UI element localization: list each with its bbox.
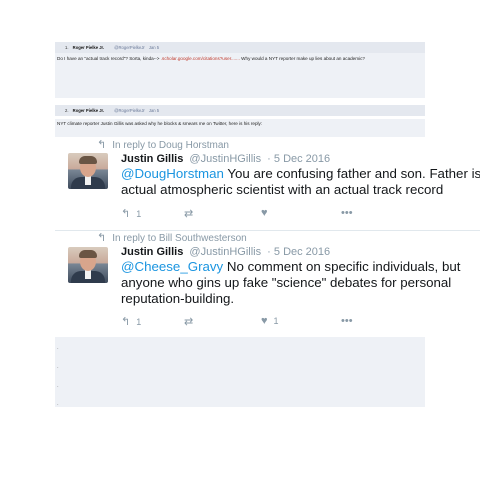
post-2-text: NYT climate reporter Justin Gillis was a…: [57, 121, 263, 126]
post-2-meta: @RogerPielkeJr Jan 5: [110, 108, 159, 113]
like-button[interactable]: ♥ 1: [261, 315, 279, 327]
post-2-number: 2.: [65, 108, 69, 113]
reply-count: 1: [136, 208, 142, 219]
tweet-2-handle[interactable]: @JustinHGillis: [189, 246, 261, 258]
post-1-link[interactable]: .scholar.google.com/citations?user......…: [161, 56, 240, 61]
post-2-header: 2. Roger Pielke Jr. @RogerPielkeJr Jan 5: [55, 105, 425, 116]
more-dots-icon: •••: [341, 207, 353, 219]
post-1-number: 1.: [65, 45, 69, 50]
post-1-date: Jan 5: [148, 45, 160, 50]
embedded-tweets: ↰ In reply to Doug Horstman Justin Gillis…: [55, 137, 480, 337]
retweet-button[interactable]: ⇄: [184, 315, 193, 328]
post-1-handle[interactable]: @RogerPielkeJr: [114, 45, 145, 50]
post-2-author[interactable]: Roger Pielke Jr.: [73, 108, 104, 113]
reply-arrow-icon: ↰: [97, 139, 107, 151]
tweet-1-reply-context[interactable]: ↰ In reply to Doug Horstman: [97, 138, 229, 151]
more-dots-icon: •••: [341, 315, 353, 327]
reply-count: 1: [136, 316, 142, 327]
tweet-1-date[interactable]: · 5 Dec 2016: [267, 153, 330, 165]
tweet-1-handle[interactable]: @JustinHGillis: [189, 153, 261, 165]
empty-comment-area: - - - -: [55, 337, 425, 407]
retweet-icon: ⇄: [184, 208, 194, 220]
tweet-2-author-name[interactable]: Justin Gillis: [121, 246, 183, 258]
post-1-author[interactable]: Roger Pielke Jr.: [73, 45, 104, 50]
reply-icon: ↰: [121, 208, 131, 220]
tweet-2-mention[interactable]: @Cheese_Gravy: [121, 259, 223, 274]
post-1-body: Do I have an "actual track record"? Sort…: [55, 53, 425, 98]
list-marker: -: [57, 401, 59, 406]
reply-icon: ↰: [121, 316, 131, 328]
like-count: 1: [273, 316, 279, 326]
post-1-header: 1. Roger Pielke Jr. @RogerPielkeJr Jan 5: [55, 42, 425, 53]
list-marker: -: [57, 364, 59, 369]
list-marker: -: [57, 345, 59, 350]
retweet-icon: ⇄: [184, 316, 194, 328]
avatar[interactable]: [68, 247, 108, 283]
list-marker: -: [57, 383, 59, 388]
post-2-handle[interactable]: @RogerPielkeJr: [114, 108, 145, 113]
tweet-1-mention[interactable]: @DougHorstman: [121, 166, 224, 181]
more-button[interactable]: •••: [341, 315, 353, 327]
tweet-1-author-name[interactable]: Justin Gillis: [121, 153, 183, 165]
tweet-1-user-line: Justin Gillis @JustinHGillis · 5 Dec 201…: [121, 153, 330, 165]
tweet-2: ↰ In reply to Bill Southwesterson Justin …: [55, 230, 480, 337]
reply-button[interactable]: ↰ 1: [121, 207, 141, 220]
heart-icon: ♥: [261, 207, 268, 219]
post-2-body: NYT climate reporter Justin Gillis was a…: [55, 119, 425, 137]
tweet-2-user-line: Justin Gillis @JustinHGillis · 5 Dec 201…: [121, 246, 330, 258]
like-button[interactable]: ♥: [261, 207, 274, 219]
tweet-2-text: @Cheese_Gravy No comment on specific ind…: [121, 259, 461, 306]
post-1-text: Do I have an "actual track record"? Sort…: [57, 56, 365, 61]
avatar[interactable]: [68, 153, 108, 189]
tweet-1: ↰ In reply to Doug Horstman Justin Gillis…: [55, 137, 480, 232]
reply-arrow-icon: ↰: [97, 232, 107, 244]
tweet-1-text: @DougHorstman You are confusing father a…: [121, 166, 480, 197]
tweet-2-date[interactable]: · 5 Dec 2016: [267, 246, 330, 258]
post-2-date: Jan 5: [148, 108, 160, 113]
tweet-2-actions: ↰ 1 ⇄ ♥ 1 •••: [121, 315, 371, 329]
tweet-1-actions: ↰ 1 ⇄ ♥ •••: [121, 207, 371, 221]
more-button[interactable]: •••: [341, 207, 353, 219]
retweet-button[interactable]: ⇄: [184, 207, 193, 220]
post-1-meta: @RogerPielkeJr Jan 5: [110, 45, 159, 50]
heart-icon: ♥: [261, 315, 268, 327]
reply-button[interactable]: ↰ 1: [121, 315, 141, 328]
tweet-2-reply-context[interactable]: ↰ In reply to Bill Southwesterson: [97, 231, 247, 244]
